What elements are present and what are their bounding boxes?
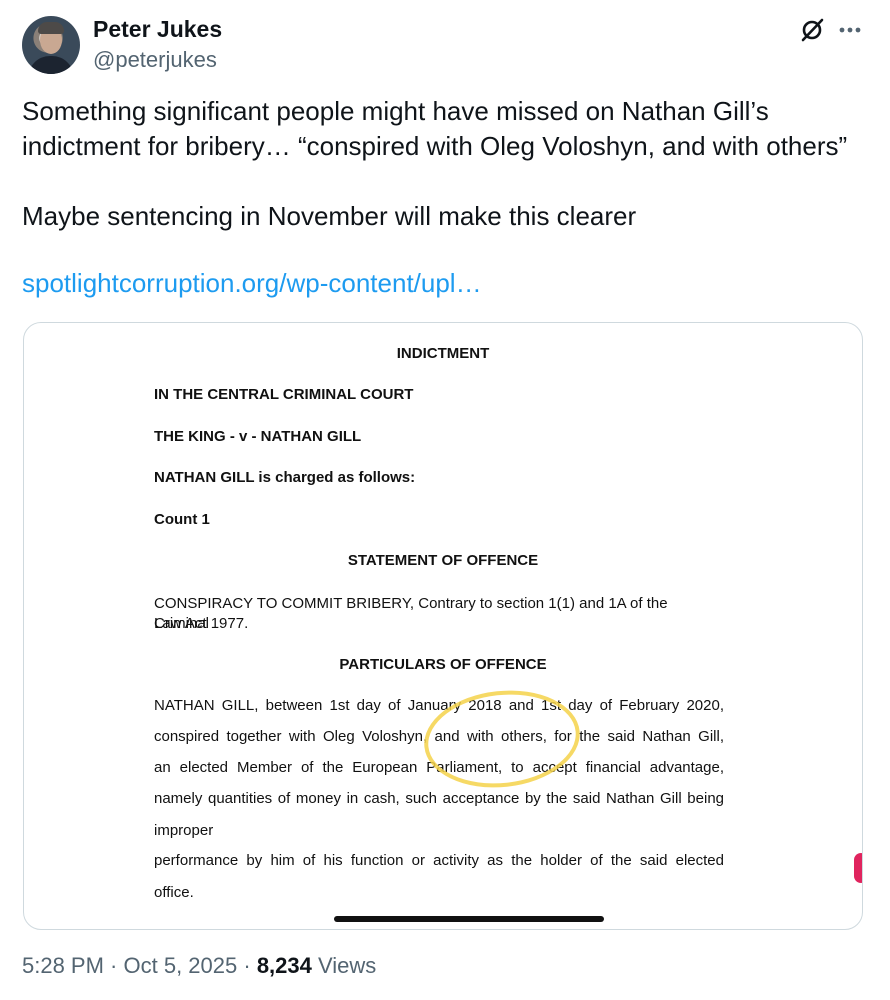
count-heading: Count 1 xyxy=(154,511,210,528)
tweet-link[interactable]: spotlightcorruption.org/wp-content/upl… xyxy=(22,268,482,299)
author-handle[interactable]: @peterjukes xyxy=(93,47,217,73)
statement-heading: STATEMENT OF OFFENCE xyxy=(347,552,539,569)
avatar-hair xyxy=(38,22,64,34)
particulars-line: improper xyxy=(154,822,214,839)
particulars-line: namely quantities of money in cash, such… xyxy=(154,790,724,807)
views-label: Views xyxy=(311,953,377,978)
document-title: INDICTMENT xyxy=(396,345,490,362)
tweet-text-line: Something significant people might have … xyxy=(22,96,769,126)
particulars-line: performance by him of his function or ac… xyxy=(154,852,724,869)
avatar[interactable] xyxy=(22,16,80,74)
charged-heading: NATHAN GILL is charged as follows: xyxy=(154,469,416,486)
statement-text-line: Law Act 1977. xyxy=(154,615,249,632)
case-heading: THE KING - v - NATHAN GILL xyxy=(154,428,362,445)
tweet-meta: 5:28 PM · Oct 5, 2025 · 8,234 Views xyxy=(22,953,376,979)
particulars-line: NATHAN GILL, between 1st day of January … xyxy=(154,697,724,714)
author-name[interactable]: Peter Jukes xyxy=(93,16,222,43)
indictment-document: INDICTMENT IN THE CENTRAL CRIMINAL COURT… xyxy=(24,323,862,929)
separator: · xyxy=(103,953,124,978)
particulars-heading: PARTICULARS OF OFFENCE xyxy=(339,656,547,673)
attached-image[interactable]: INDICTMENT IN THE CENTRAL CRIMINAL COURT… xyxy=(23,322,863,930)
tweet-text-line: indictment for bribery… “conspired with … xyxy=(22,131,848,161)
avatar-shirt xyxy=(28,56,74,74)
particulars-line: office. xyxy=(154,884,194,901)
edge-marker xyxy=(854,853,862,883)
court-heading: IN THE CENTRAL CRIMINAL COURT xyxy=(154,386,414,403)
tweet-text-line: Maybe sentencing in November will make t… xyxy=(22,201,637,231)
tweet-text: Something significant people might have … xyxy=(22,94,872,234)
more-options-icon[interactable] xyxy=(836,16,864,44)
grok-icon[interactable] xyxy=(798,16,826,44)
views-count: 8,234 xyxy=(256,953,312,978)
tweet-time[interactable]: 5:28 PM xyxy=(22,953,104,978)
home-indicator-bar xyxy=(334,916,604,922)
separator: · xyxy=(237,953,257,978)
tweet-date[interactable]: Oct 5, 2025 xyxy=(124,953,238,978)
tweet-header: Peter Jukes @peterjukes xyxy=(22,14,868,78)
